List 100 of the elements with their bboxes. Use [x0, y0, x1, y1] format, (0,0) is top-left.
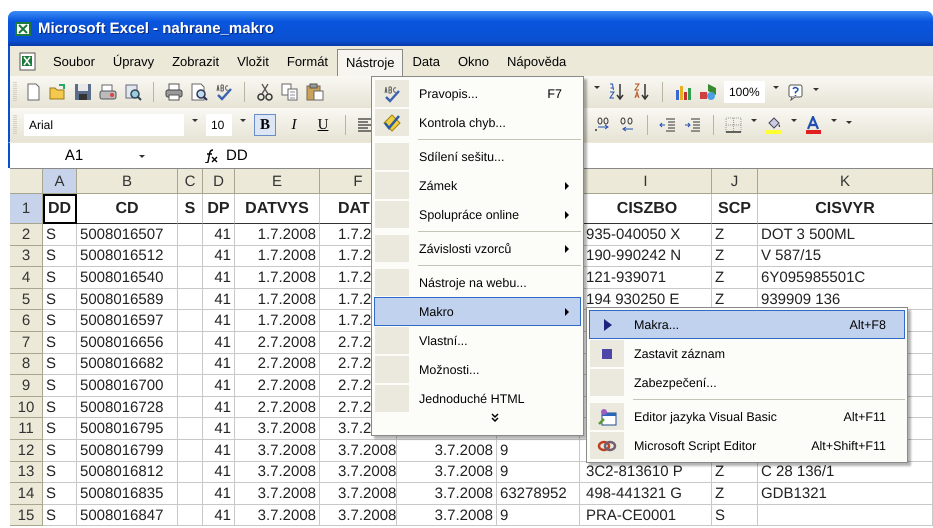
table-cell[interactable]: 5008016540 [77, 267, 178, 289]
menu-item[interactable]: Sdílení sešitu... [374, 142, 581, 171]
table-cell[interactable]: 3.7.2008 [320, 462, 397, 484]
table-cell[interactable]: 2.7.2008 [235, 375, 320, 397]
empty-cell[interactable] [178, 462, 203, 484]
table-cell[interactable]: 41 [203, 310, 235, 332]
empty-cell[interactable] [758, 504, 933, 526]
table-cell[interactable]: S [43, 267, 77, 289]
table-cell[interactable]: 3.7.2008 [397, 504, 497, 526]
row-header[interactable]: 15 [10, 504, 43, 526]
italic-button[interactable]: I [283, 114, 305, 136]
toolbar-grip-icon[interactable] [13, 81, 17, 103]
table-cell[interactable]: 5008016799 [77, 440, 178, 462]
empty-cell[interactable] [178, 354, 203, 376]
table-cell[interactable]: 41 [203, 246, 235, 268]
empty-cell[interactable] [178, 504, 203, 526]
menu-item[interactable]: Nástroje na webu... [374, 268, 581, 297]
table-cell[interactable]: S [43, 224, 77, 246]
column-title-cell[interactable]: CD [77, 194, 178, 224]
table-cell[interactable]: 6Y095985501C [758, 267, 933, 289]
menu-item[interactable]: Okno [448, 48, 498, 74]
table-cell[interactable]: GDB1321 [758, 483, 933, 505]
sort-descending-icon[interactable] [633, 83, 651, 101]
font-size-field[interactable]: 10 [206, 114, 232, 136]
insert-function-icon[interactable] [204, 148, 218, 162]
table-cell[interactable]: 3.7.2008 [235, 504, 320, 526]
table-cell[interactable]: 5008016682 [77, 354, 178, 376]
table-cell[interactable]: 5008016656 [77, 332, 178, 354]
empty-cell[interactable] [178, 418, 203, 440]
table-cell[interactable]: S [43, 504, 77, 526]
empty-cell[interactable] [178, 396, 203, 418]
align-left-icon[interactable] [357, 116, 373, 134]
row-header[interactable]: 12 [10, 440, 43, 462]
column-header[interactable]: B [77, 169, 178, 194]
row-header[interactable]: 4 [10, 267, 43, 289]
table-cell[interactable]: 41 [203, 440, 235, 462]
expand-menu-icon[interactable] [490, 413, 498, 422]
empty-cell[interactable] [178, 246, 203, 268]
table-cell[interactable]: 5008016589 [77, 288, 178, 310]
print-icon[interactable] [165, 83, 183, 101]
table-cell[interactable]: 3.7.2008 [320, 504, 397, 526]
empty-cell[interactable] [178, 483, 203, 505]
table-cell[interactable]: 3.7.2008 [397, 462, 497, 484]
table-cell[interactable]: 41 [203, 504, 235, 526]
row-header[interactable]: 1 [10, 194, 43, 224]
name-box[interactable]: A1 [10, 147, 138, 164]
row-header[interactable]: 8 [10, 354, 43, 376]
menu-item[interactable]: Zabezpečení... [589, 368, 905, 397]
spelling-icon[interactable] [215, 83, 233, 101]
table-cell[interactable]: S [43, 354, 77, 376]
table-cell[interactable]: 3.7.2008 [397, 483, 497, 505]
zoom-field[interactable]: 100% [724, 81, 765, 103]
column-header[interactable]: K [758, 169, 933, 194]
column-title-cell[interactable]: CISVYR [758, 194, 933, 224]
cut-icon[interactable] [256, 83, 274, 101]
menu-item[interactable]: Zastavit záznam [589, 339, 905, 368]
table-cell[interactable]: Z [712, 224, 758, 246]
empty-cell[interactable] [178, 332, 203, 354]
column-title-cell[interactable]: S [178, 194, 203, 224]
menu-item[interactable]: Formát [278, 48, 338, 74]
paste-icon[interactable] [306, 83, 324, 101]
macro-submenu-menu[interactable]: Makra... Alt+F8 Zastavit záznam Zabezpečení... Editor jazyka Visual Basic Alt+F11 Microsoft Script Editor Alt+Shift+F11 [586, 307, 908, 463]
table-cell[interactable]: S [43, 310, 77, 332]
table-cell[interactable]: 41 [203, 375, 235, 397]
table-cell[interactable]: S [712, 504, 758, 526]
table-cell[interactable]: 41 [203, 288, 235, 310]
table-cell[interactable]: 41 [203, 418, 235, 440]
menu-item[interactable]: Data [403, 48, 449, 74]
column-title-cell[interactable]: DP [203, 194, 235, 224]
row-header[interactable]: 13 [10, 462, 43, 484]
table-cell[interactable]: 2.7.2008 [235, 396, 320, 418]
table-cell[interactable]: 1.7.2008 [235, 267, 320, 289]
table-cell[interactable]: S [43, 246, 77, 268]
table-cell[interactable]: 3.7.2008 [235, 462, 320, 484]
row-header[interactable]: 5 [10, 288, 43, 310]
copy-icon[interactable] [281, 83, 299, 101]
decrease-indent-icon[interactable] [659, 116, 677, 134]
menu-item[interactable]: Spolupráce online [374, 200, 581, 229]
tools-dropdown-menu[interactable]: Pravopis... F7 Kontrola chyb... Sdílení sešitu... Zámek Spolupráce online Závislosti vzorců Nástroje na webu... Makro Vlastní... Možnosti... Jednoduché HTML [371, 76, 584, 436]
column-title-cell[interactable]: DATVYS [235, 194, 320, 224]
save-icon[interactable] [74, 83, 92, 101]
table-cell[interactable]: S [43, 288, 77, 310]
search-document-icon[interactable] [124, 83, 142, 101]
printer-icon[interactable] [99, 83, 117, 101]
table-cell[interactable]: 9 [497, 462, 580, 484]
empty-cell[interactable] [178, 288, 203, 310]
table-cell[interactable]: 1.7.2008 [235, 246, 320, 268]
row-header[interactable]: 7 [10, 332, 43, 354]
table-cell[interactable]: 41 [203, 396, 235, 418]
menu-item[interactable]: Editor jazyka Visual Basic Alt+F11 [589, 402, 905, 431]
table-cell[interactable]: Z [712, 246, 758, 268]
underline-button[interactable]: U [312, 114, 334, 136]
menu-item[interactable]: Makra... Alt+F8 [589, 310, 905, 339]
table-cell[interactable]: 498-441321 G [580, 483, 712, 505]
font-field[interactable]: Arial [24, 114, 184, 136]
table-cell[interactable]: 5008016795 [77, 418, 178, 440]
formula-field[interactable]: DD [226, 147, 248, 164]
column-header[interactable]: C [178, 169, 203, 194]
increase-decimal-icon[interactable] [593, 116, 611, 134]
print-preview-icon[interactable] [190, 83, 208, 101]
